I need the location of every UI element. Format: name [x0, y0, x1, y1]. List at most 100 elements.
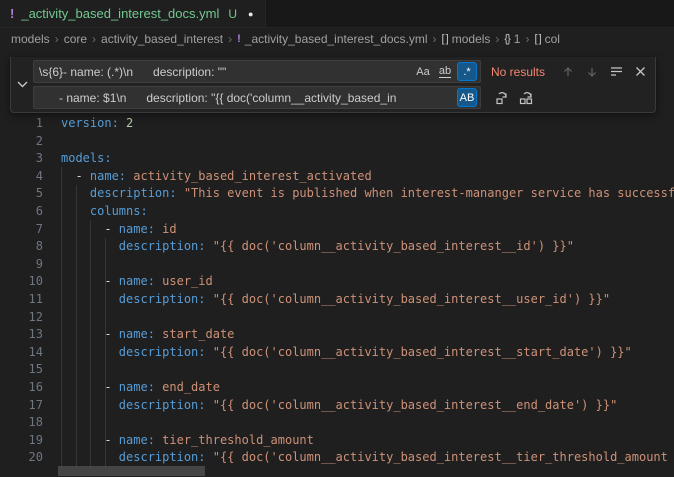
breadcrumb-label: activity_based_interest [101, 32, 223, 46]
code-line-text[interactable] [43, 361, 674, 379]
line-number: 20 [0, 449, 43, 467]
breadcrumb-separator: › [433, 32, 437, 46]
breadcrumb-item[interactable]: ! _activity_based_interest_docs.yml [237, 32, 427, 46]
match-case-toggle[interactable]: Aa [413, 62, 433, 81]
close-find-widget-button[interactable] [629, 61, 651, 83]
code-line[interactable]: 9 [0, 256, 674, 274]
breadcrumb-label: 1 [514, 32, 521, 46]
code-line[interactable]: 8 description: "{{ doc('column__activity… [0, 238, 674, 256]
modified-indicator-dot[interactable]: ● [248, 9, 253, 19]
line-number: 16 [0, 379, 43, 397]
replace-row: - name: $1\n description: "{{ doc('colum… [33, 86, 651, 109]
code-line-text[interactable] [43, 414, 674, 432]
find-results-count: No results [491, 65, 545, 79]
code-line[interactable]: 4 - name: activity_based_interest_activa… [0, 168, 674, 186]
next-match-button[interactable] [581, 61, 603, 83]
breadcrumb-item[interactable]: models [11, 32, 50, 46]
replace-all-button[interactable] [515, 87, 537, 109]
breadcrumb-separator: › [495, 32, 499, 46]
code-line-text[interactable]: description: "{{ doc('column__activity_b… [43, 449, 674, 467]
breadcrumb-label: col [545, 32, 560, 46]
code-line-text[interactable]: description: "{{ doc('column__activity_b… [43, 397, 674, 415]
line-number: 5 [0, 185, 43, 203]
breadcrumb-item[interactable]: core [64, 32, 87, 46]
regex-toggle[interactable]: .* [457, 62, 477, 81]
line-number: 15 [0, 361, 43, 379]
breadcrumb-separator: › [525, 32, 529, 46]
breadcrumb-separator: › [55, 32, 59, 46]
code-line-text[interactable]: - name: id [43, 221, 674, 239]
code-line-text[interactable]: models: [43, 150, 674, 168]
code-line[interactable]: 2 [0, 133, 674, 151]
line-number: 10 [0, 273, 43, 291]
code-area[interactable]: 1version: 223models:4 - name: activity_b… [0, 115, 674, 467]
code-line[interactable]: 14 description: "{{ doc('column__activit… [0, 344, 674, 362]
breadcrumb-item[interactable]: [ ]models [442, 32, 491, 46]
code-line-text[interactable] [43, 309, 674, 327]
code-line[interactable]: 15 [0, 361, 674, 379]
code-line[interactable]: 19 - name: tier_threshold_amount [0, 432, 674, 450]
yaml-file-icon: ! [10, 6, 14, 21]
tab-filename: _activity_based_interest_docs.yml [21, 6, 219, 21]
code-line[interactable]: 12 [0, 309, 674, 327]
find-row: \s{6}- name: (.*)\n description: "" Aa a… [33, 60, 651, 83]
code-line[interactable]: 13 - name: start_date [0, 326, 674, 344]
line-number: 13 [0, 326, 43, 344]
replace-value-text: - name: $1\n description: "{{ doc('colum… [39, 91, 455, 105]
code-line-text[interactable]: columns: [43, 203, 674, 221]
code-line-text[interactable]: description: "This event is published wh… [43, 185, 674, 203]
toggle-replace-chevron-icon[interactable] [13, 57, 31, 112]
line-number: 19 [0, 432, 43, 450]
code-line[interactable]: 7 - name: id [0, 221, 674, 239]
code-line[interactable]: 16 - name: end_date [0, 379, 674, 397]
code-line[interactable]: 6 columns: [0, 203, 674, 221]
code-line[interactable]: 5 description: "This event is published … [0, 185, 674, 203]
breadcrumb-label: models [11, 32, 50, 46]
breadcrumb-separator: › [228, 32, 232, 46]
code-line[interactable]: 11 description: "{{ doc('column__activit… [0, 291, 674, 309]
code-line-text[interactable] [43, 133, 674, 151]
breadcrumb-label: _activity_based_interest_docs.yml [245, 32, 428, 46]
code-line-text[interactable]: description: "{{ doc('column__activity_b… [43, 291, 674, 309]
code-line-text[interactable]: - name: end_date [43, 379, 674, 397]
line-number: 14 [0, 344, 43, 362]
code-line-text[interactable] [43, 256, 674, 274]
whole-word-toggle[interactable]: ab [435, 62, 455, 81]
line-number: 12 [0, 309, 43, 327]
breadcrumb-item[interactable]: activity_based_interest [101, 32, 223, 46]
line-number: 2 [0, 133, 43, 151]
yaml-file-icon: ! [237, 33, 241, 45]
symbol-array-icon: [ ] [442, 33, 448, 45]
code-line-text[interactable]: version: 2 [43, 115, 674, 133]
code-line[interactable]: 18 [0, 414, 674, 432]
code-line[interactable]: 17 description: "{{ doc('column__activit… [0, 397, 674, 415]
breadcrumb-separator: › [92, 32, 96, 46]
line-number: 8 [0, 238, 43, 256]
preserve-case-toggle[interactable]: AB [457, 88, 477, 107]
breadcrumb-item[interactable]: {}1 [504, 32, 520, 46]
code-line-text[interactable]: - name: activity_based_interest_activate… [43, 168, 674, 186]
replace-input[interactable]: - name: $1\n description: "{{ doc('colum… [33, 86, 481, 109]
line-number: 3 [0, 150, 43, 168]
code-line-text[interactable]: - name: user_id [43, 273, 674, 291]
horizontal-scrollbar-thumb[interactable] [58, 466, 205, 476]
breadcrumb-item[interactable]: [ ] col [534, 32, 560, 46]
line-number: 18 [0, 414, 43, 432]
line-number: 9 [0, 256, 43, 274]
find-input[interactable]: \s{6}- name: (.*)\n description: "" Aa a… [33, 60, 481, 83]
code-line[interactable]: 20 description: "{{ doc('column__activit… [0, 449, 674, 467]
code-line[interactable]: 3models: [0, 150, 674, 168]
find-in-selection-button[interactable] [605, 61, 627, 83]
code-line-text[interactable]: description: "{{ doc('column__activity_b… [43, 238, 674, 256]
code-line[interactable]: 1version: 2 [0, 115, 674, 133]
tab-file[interactable]: ! _activity_based_interest_docs.yml U ● [0, 0, 266, 27]
breadcrumb-label: core [64, 32, 87, 46]
code-line[interactable]: 10 - name: user_id [0, 273, 674, 291]
previous-match-button[interactable] [557, 61, 579, 83]
line-number: 11 [0, 291, 43, 309]
symbol-array-icon: [ ] [534, 33, 540, 45]
code-line-text[interactable]: - name: start_date [43, 326, 674, 344]
replace-button[interactable] [491, 87, 513, 109]
code-line-text[interactable]: - name: tier_threshold_amount [43, 432, 674, 450]
code-line-text[interactable]: description: "{{ doc('column__activity_b… [43, 344, 674, 362]
